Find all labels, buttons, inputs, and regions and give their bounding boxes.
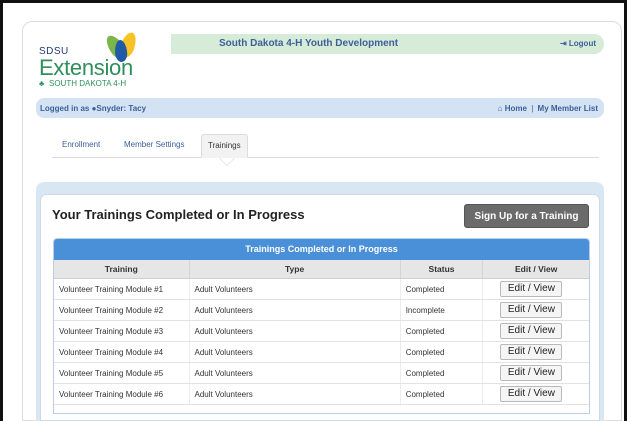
col-header-edit-view: Edit / View xyxy=(515,264,558,274)
cell-training: Volunteer Training Module #2 xyxy=(54,300,190,320)
edit-view-button[interactable]: Edit / View xyxy=(500,302,563,318)
edit-view-button[interactable]: Edit / View xyxy=(500,281,563,297)
cell-action: Edit / View xyxy=(483,363,589,383)
table-header-row: Training Type Status Edit / View xyxy=(54,260,589,279)
nav-separator: | xyxy=(531,104,534,113)
table-row: Volunteer Training Module #6 Adult Volun… xyxy=(54,384,589,405)
edit-view-button[interactable]: Edit / View xyxy=(500,344,563,360)
home-icon: ⌂ xyxy=(497,104,503,113)
cell-type: Adult Volunteers xyxy=(190,300,401,320)
home-label: Home xyxy=(504,104,527,113)
top-nav-links: ⌂ Home | My Member List xyxy=(498,104,598,113)
cell-type: Adult Volunteers xyxy=(190,279,401,299)
screen-border-top xyxy=(0,0,627,3)
table-row: Volunteer Training Module #2 Adult Volun… xyxy=(54,300,589,321)
cell-status: Completed xyxy=(401,363,484,383)
edit-view-button[interactable]: Edit / View xyxy=(500,386,563,402)
logged-in-prefix: Logged in as xyxy=(40,104,90,113)
table-caption: Trainings Completed or In Progress xyxy=(54,239,589,260)
logo-subtitle-text: SOUTH DAKOTA 4-H xyxy=(49,79,127,88)
cell-training: Volunteer Training Module #1 xyxy=(54,279,190,299)
col-header-training[interactable]: Training xyxy=(54,260,190,278)
logout-link[interactable]: ⇥ Logout xyxy=(560,39,596,48)
cell-training: Volunteer Training Module #3 xyxy=(54,321,190,341)
cell-action: Edit / View xyxy=(483,384,589,404)
cell-type: Adult Volunteers xyxy=(190,342,401,362)
edit-view-button[interactable]: Edit / View xyxy=(500,365,563,381)
cell-action: Edit / View xyxy=(483,321,589,341)
cell-training: Volunteer Training Module #5 xyxy=(54,363,190,383)
logout-label: Logout xyxy=(568,39,596,48)
cell-type: Adult Volunteers xyxy=(190,363,401,383)
cell-type: Adult Volunteers xyxy=(190,384,401,404)
tab-bar: Enrollment Member Settings Trainings xyxy=(52,134,599,158)
logo-subtitle: ♣ SOUTH DAKOTA 4-H xyxy=(39,79,126,88)
sign-up-training-button[interactable]: Sign Up for a Training xyxy=(464,204,589,228)
tab-enrollment[interactable]: Enrollment xyxy=(56,134,106,158)
edit-view-button[interactable]: Edit / View xyxy=(500,323,563,339)
home-link[interactable]: ⌂ Home xyxy=(498,104,527,113)
trainings-table: Trainings Completed or In Progress Train… xyxy=(53,238,590,414)
member-list-link[interactable]: My Member List xyxy=(538,104,598,113)
header-bar: South Dakota 4-H Youth Development ⇥ Log… xyxy=(171,34,604,54)
logged-in-bar: Logged in as ●Snyder: Tacy ⌂ Home | My M… xyxy=(36,98,604,118)
tab-member-settings[interactable]: Member Settings xyxy=(118,134,190,158)
tab-trainings[interactable]: Trainings xyxy=(201,134,248,158)
col-header-status[interactable]: Status xyxy=(401,260,484,278)
cell-action: Edit / View xyxy=(483,342,589,362)
table-row: Volunteer Training Module #4 Adult Volun… xyxy=(54,342,589,363)
sign-out-icon: ⇥ xyxy=(559,39,567,48)
active-tab-caret xyxy=(220,158,234,165)
cell-status: Completed xyxy=(401,384,484,404)
logged-in-status: Logged in as ●Snyder: Tacy xyxy=(40,104,146,113)
cell-status: Incomplete xyxy=(401,300,484,320)
cell-action: Edit / View xyxy=(483,300,589,320)
cell-status: Completed xyxy=(401,279,484,299)
cell-training: Volunteer Training Module #6 xyxy=(54,384,190,404)
table-row: Volunteer Training Module #1 Adult Volun… xyxy=(54,279,589,300)
table-row: Volunteer Training Module #5 Adult Volun… xyxy=(54,363,589,384)
screen-border-left xyxy=(0,0,3,421)
cell-status: Completed xyxy=(401,321,484,341)
clover-icon: ♣ xyxy=(39,79,45,88)
cell-status: Completed xyxy=(401,342,484,362)
logo-extension-text: Extension xyxy=(39,55,133,80)
logged-in-user: Snyder: Tacy xyxy=(96,104,147,113)
col-header-type[interactable]: Type xyxy=(190,260,401,278)
section-title: Your Trainings Completed or In Progress xyxy=(52,207,305,222)
table-row: Volunteer Training Module #3 Adult Volun… xyxy=(54,321,589,342)
site-title: South Dakota 4-H Youth Development xyxy=(219,38,399,49)
cell-action: Edit / View xyxy=(483,279,589,299)
sdsu-extension-logo[interactable]: SDSU Extension ♣ SOUTH DAKOTA 4-H xyxy=(39,30,169,94)
cell-training: Volunteer Training Module #4 xyxy=(54,342,190,362)
cell-type: Adult Volunteers xyxy=(190,321,401,341)
